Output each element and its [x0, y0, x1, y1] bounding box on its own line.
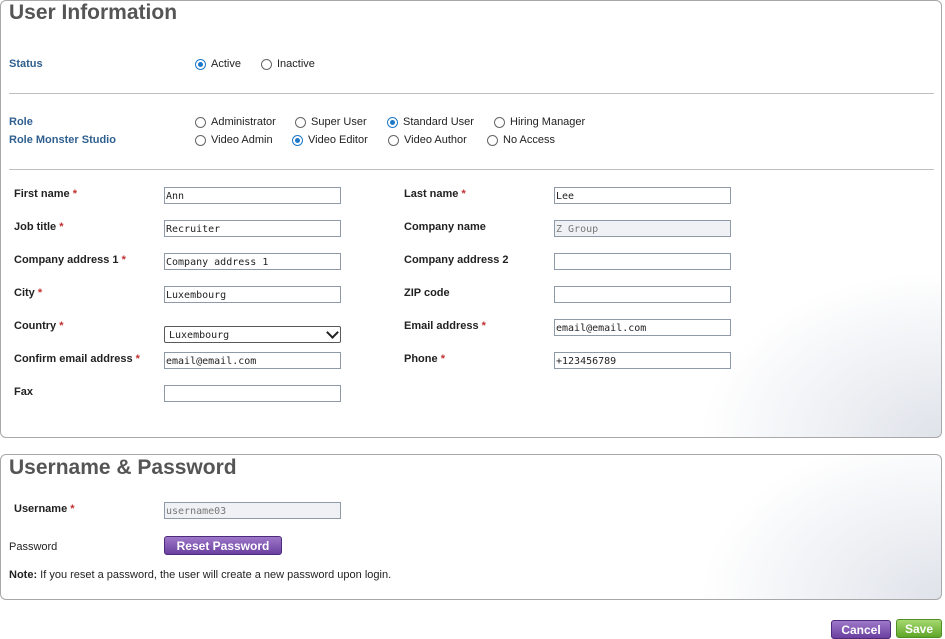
role-hiring-manager-radio[interactable]: Hiring Manager [494, 114, 585, 130]
radio-unselected-icon [195, 116, 206, 128]
confirm-email-input[interactable]: email@email.com [164, 352, 341, 369]
user-information-title: User Information [9, 1, 178, 24]
role-label: Role [9, 116, 33, 128]
radio-label: Video Admin [211, 134, 273, 146]
radio-label: Super User [311, 116, 367, 128]
radio-label: Video Author [404, 134, 467, 146]
radio-unselected-icon [195, 134, 206, 146]
role-super-user-radio[interactable]: Super User [295, 114, 367, 130]
country-select[interactable]: Luxembourg [164, 326, 341, 343]
email-label: Email address * [404, 320, 486, 332]
job-title-input[interactable]: Recruiter [164, 220, 341, 237]
password-reset-note: Note: If you reset a password, the user … [9, 569, 392, 581]
radio-label: Hiring Manager [510, 116, 586, 128]
username-input: username03 [164, 502, 341, 519]
radio-label: Administrator [211, 116, 276, 128]
zip-code-label: ZIP code [404, 287, 450, 299]
fax-label: Fax [14, 386, 33, 398]
radio-unselected-icon [487, 134, 498, 146]
status-inactive-radio[interactable]: Inactive [261, 56, 315, 72]
last-name-label: Last name * [404, 188, 466, 200]
status-active-radio[interactable]: Active [195, 56, 241, 72]
radio-unselected-icon [388, 134, 399, 146]
radio-label: No Access [503, 134, 555, 146]
job-title-label: Job title * [14, 221, 64, 233]
company-address-2-label: Company address 2 [404, 254, 509, 266]
radio-selected-icon [387, 116, 398, 128]
password-label: Password [9, 541, 58, 553]
phone-input[interactable]: +123456789 [554, 352, 731, 369]
cancel-button[interactable]: Cancel [831, 620, 891, 639]
first-name-input[interactable]: Ann [164, 187, 341, 204]
status-label: Status [9, 58, 43, 70]
city-input[interactable]: Luxembourg [164, 286, 341, 303]
zip-code-input[interactable] [554, 286, 731, 303]
radio-selected-icon [195, 58, 206, 70]
save-button[interactable]: Save [896, 619, 942, 638]
radio-label: Inactive [277, 58, 315, 70]
email-input[interactable]: email@email.com [554, 319, 731, 336]
user-information-panel: User Information Status Active Inactive … [0, 0, 942, 438]
company-address-1-input[interactable]: Company address 1 [164, 253, 341, 270]
company-name-label: Company name [404, 221, 486, 233]
country-selected-value: Luxembourg [169, 330, 230, 341]
studio-no-access-radio[interactable]: No Access [487, 132, 555, 148]
confirm-email-label: Confirm email address * [14, 353, 140, 365]
radio-label: Video Editor [308, 134, 368, 146]
role-standard-user-radio[interactable]: Standard User [387, 114, 474, 130]
reset-password-button[interactable]: Reset Password [164, 536, 282, 555]
username-password-panel: Username & Password Username * username0… [0, 454, 942, 600]
role-administrator-radio[interactable]: Administrator [195, 114, 276, 130]
radio-unselected-icon [295, 116, 306, 128]
username-label: Username * [14, 503, 75, 515]
studio-video-editor-radio[interactable]: Video Editor [292, 132, 368, 148]
city-label: City * [14, 287, 43, 299]
last-name-input[interactable]: Lee [554, 187, 731, 204]
company-address-1-label: Company address 1 * [14, 254, 126, 266]
radio-unselected-icon [494, 116, 505, 128]
fax-input[interactable] [164, 385, 341, 402]
first-name-label: First name * [14, 188, 77, 200]
company-address-2-input[interactable] [554, 253, 731, 270]
studio-video-author-radio[interactable]: Video Author [388, 132, 467, 148]
phone-label: Phone * [404, 353, 445, 365]
country-label: Country * [14, 320, 64, 332]
radio-unselected-icon [261, 58, 272, 70]
studio-video-admin-radio[interactable]: Video Admin [195, 132, 273, 148]
chevron-down-icon [326, 326, 339, 339]
radio-selected-icon [292, 134, 303, 146]
divider [9, 169, 934, 170]
radio-label: Standard User [403, 116, 474, 128]
company-name-input: Z Group [554, 220, 731, 237]
divider [9, 93, 934, 94]
username-password-title: Username & Password [9, 456, 237, 479]
role-monster-studio-label: Role Monster Studio [9, 134, 116, 146]
radio-label: Active [211, 58, 241, 70]
